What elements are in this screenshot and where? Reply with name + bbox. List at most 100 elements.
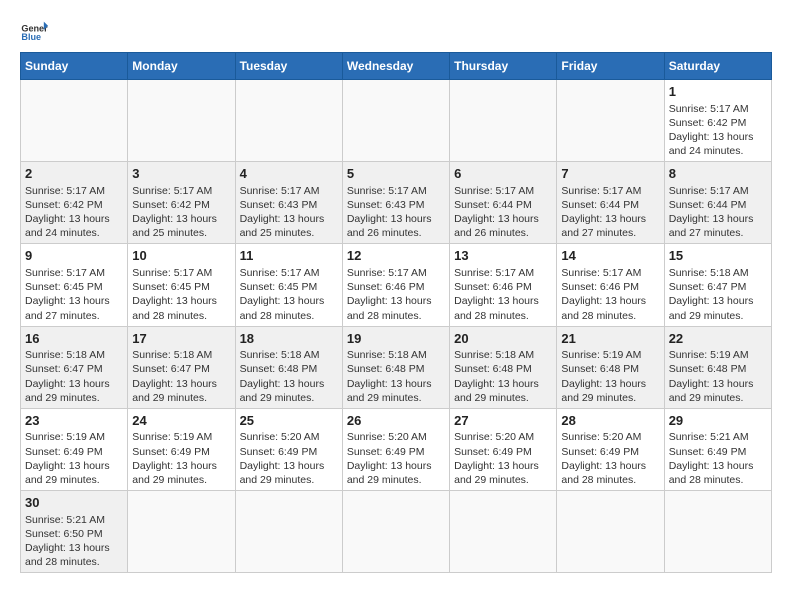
- day-number: 12: [347, 247, 445, 265]
- calendar-cell: [21, 80, 128, 162]
- day-info: Sunrise: 5:18 AM Sunset: 6:48 PM Dayligh…: [347, 348, 445, 405]
- calendar-cell: [557, 491, 664, 573]
- day-number: 22: [669, 330, 767, 348]
- day-info: Sunrise: 5:17 AM Sunset: 6:43 PM Dayligh…: [347, 184, 445, 241]
- day-number: 2: [25, 165, 123, 183]
- day-info: Sunrise: 5:18 AM Sunset: 6:47 PM Dayligh…: [132, 348, 230, 405]
- day-number: 1: [669, 83, 767, 101]
- day-number: 29: [669, 412, 767, 430]
- day-header-tuesday: Tuesday: [235, 53, 342, 80]
- day-number: 21: [561, 330, 659, 348]
- day-info: Sunrise: 5:17 AM Sunset: 6:46 PM Dayligh…: [454, 266, 552, 323]
- calendar-week-row: 2Sunrise: 5:17 AM Sunset: 6:42 PM Daylig…: [21, 162, 772, 244]
- day-info: Sunrise: 5:18 AM Sunset: 6:47 PM Dayligh…: [25, 348, 123, 405]
- day-info: Sunrise: 5:19 AM Sunset: 6:49 PM Dayligh…: [132, 430, 230, 487]
- calendar-cell: [128, 80, 235, 162]
- day-info: Sunrise: 5:17 AM Sunset: 6:46 PM Dayligh…: [347, 266, 445, 323]
- calendar-cell: 13Sunrise: 5:17 AM Sunset: 6:46 PM Dayli…: [450, 244, 557, 326]
- calendar-table: SundayMondayTuesdayWednesdayThursdayFrid…: [20, 52, 772, 573]
- day-number: 18: [240, 330, 338, 348]
- day-number: 5: [347, 165, 445, 183]
- calendar-cell: 24Sunrise: 5:19 AM Sunset: 6:49 PM Dayli…: [128, 408, 235, 490]
- calendar-cell: [450, 491, 557, 573]
- day-number: 9: [25, 247, 123, 265]
- day-info: Sunrise: 5:17 AM Sunset: 6:45 PM Dayligh…: [25, 266, 123, 323]
- day-number: 6: [454, 165, 552, 183]
- day-number: 27: [454, 412, 552, 430]
- calendar-cell: 11Sunrise: 5:17 AM Sunset: 6:45 PM Dayli…: [235, 244, 342, 326]
- header: General Blue: [20, 16, 772, 44]
- day-number: 30: [25, 494, 123, 512]
- calendar-cell: [450, 80, 557, 162]
- day-info: Sunrise: 5:17 AM Sunset: 6:45 PM Dayligh…: [240, 266, 338, 323]
- day-info: Sunrise: 5:17 AM Sunset: 6:42 PM Dayligh…: [132, 184, 230, 241]
- calendar-cell: 6Sunrise: 5:17 AM Sunset: 6:44 PM Daylig…: [450, 162, 557, 244]
- day-header-friday: Friday: [557, 53, 664, 80]
- logo-icon: General Blue: [20, 16, 48, 44]
- day-info: Sunrise: 5:19 AM Sunset: 6:49 PM Dayligh…: [25, 430, 123, 487]
- day-info: Sunrise: 5:17 AM Sunset: 6:42 PM Dayligh…: [669, 102, 767, 159]
- calendar-cell: 28Sunrise: 5:20 AM Sunset: 6:49 PM Dayli…: [557, 408, 664, 490]
- svg-text:Blue: Blue: [21, 32, 41, 42]
- day-info: Sunrise: 5:17 AM Sunset: 6:42 PM Dayligh…: [25, 184, 123, 241]
- calendar-cell: 20Sunrise: 5:18 AM Sunset: 6:48 PM Dayli…: [450, 326, 557, 408]
- calendar-cell: [235, 491, 342, 573]
- calendar-cell: [235, 80, 342, 162]
- calendar-cell: 7Sunrise: 5:17 AM Sunset: 6:44 PM Daylig…: [557, 162, 664, 244]
- day-number: 4: [240, 165, 338, 183]
- day-number: 23: [25, 412, 123, 430]
- day-number: 24: [132, 412, 230, 430]
- calendar-cell: 3Sunrise: 5:17 AM Sunset: 6:42 PM Daylig…: [128, 162, 235, 244]
- day-header-thursday: Thursday: [450, 53, 557, 80]
- logo: General Blue: [20, 16, 48, 44]
- day-number: 7: [561, 165, 659, 183]
- calendar-cell: 4Sunrise: 5:17 AM Sunset: 6:43 PM Daylig…: [235, 162, 342, 244]
- calendar-cell: 30Sunrise: 5:21 AM Sunset: 6:50 PM Dayli…: [21, 491, 128, 573]
- day-info: Sunrise: 5:17 AM Sunset: 6:44 PM Dayligh…: [454, 184, 552, 241]
- calendar-cell: 21Sunrise: 5:19 AM Sunset: 6:48 PM Dayli…: [557, 326, 664, 408]
- day-number: 11: [240, 247, 338, 265]
- day-info: Sunrise: 5:20 AM Sunset: 6:49 PM Dayligh…: [454, 430, 552, 487]
- day-number: 8: [669, 165, 767, 183]
- calendar-week-row: 16Sunrise: 5:18 AM Sunset: 6:47 PM Dayli…: [21, 326, 772, 408]
- calendar-cell: 25Sunrise: 5:20 AM Sunset: 6:49 PM Dayli…: [235, 408, 342, 490]
- calendar-cell: 10Sunrise: 5:17 AM Sunset: 6:45 PM Dayli…: [128, 244, 235, 326]
- day-number: 16: [25, 330, 123, 348]
- calendar-header-row: SundayMondayTuesdayWednesdayThursdayFrid…: [21, 53, 772, 80]
- calendar-cell: 14Sunrise: 5:17 AM Sunset: 6:46 PM Dayli…: [557, 244, 664, 326]
- calendar-cell: [128, 491, 235, 573]
- day-info: Sunrise: 5:17 AM Sunset: 6:44 PM Dayligh…: [561, 184, 659, 241]
- calendar-cell: [342, 80, 449, 162]
- day-header-wednesday: Wednesday: [342, 53, 449, 80]
- day-info: Sunrise: 5:17 AM Sunset: 6:43 PM Dayligh…: [240, 184, 338, 241]
- day-info: Sunrise: 5:17 AM Sunset: 6:44 PM Dayligh…: [669, 184, 767, 241]
- day-header-saturday: Saturday: [664, 53, 771, 80]
- day-number: 26: [347, 412, 445, 430]
- day-info: Sunrise: 5:18 AM Sunset: 6:48 PM Dayligh…: [240, 348, 338, 405]
- day-info: Sunrise: 5:20 AM Sunset: 6:49 PM Dayligh…: [240, 430, 338, 487]
- calendar-cell: 23Sunrise: 5:19 AM Sunset: 6:49 PM Dayli…: [21, 408, 128, 490]
- calendar-cell: [557, 80, 664, 162]
- calendar-cell: 18Sunrise: 5:18 AM Sunset: 6:48 PM Dayli…: [235, 326, 342, 408]
- day-info: Sunrise: 5:17 AM Sunset: 6:45 PM Dayligh…: [132, 266, 230, 323]
- calendar-cell: 19Sunrise: 5:18 AM Sunset: 6:48 PM Dayli…: [342, 326, 449, 408]
- calendar-cell: [664, 491, 771, 573]
- calendar-week-row: 30Sunrise: 5:21 AM Sunset: 6:50 PM Dayli…: [21, 491, 772, 573]
- calendar-cell: 9Sunrise: 5:17 AM Sunset: 6:45 PM Daylig…: [21, 244, 128, 326]
- calendar-cell: [342, 491, 449, 573]
- day-info: Sunrise: 5:20 AM Sunset: 6:49 PM Dayligh…: [347, 430, 445, 487]
- calendar-cell: 5Sunrise: 5:17 AM Sunset: 6:43 PM Daylig…: [342, 162, 449, 244]
- day-info: Sunrise: 5:21 AM Sunset: 6:49 PM Dayligh…: [669, 430, 767, 487]
- day-number: 14: [561, 247, 659, 265]
- calendar-cell: 8Sunrise: 5:17 AM Sunset: 6:44 PM Daylig…: [664, 162, 771, 244]
- calendar-cell: 27Sunrise: 5:20 AM Sunset: 6:49 PM Dayli…: [450, 408, 557, 490]
- calendar-cell: 1Sunrise: 5:17 AM Sunset: 6:42 PM Daylig…: [664, 80, 771, 162]
- day-info: Sunrise: 5:18 AM Sunset: 6:48 PM Dayligh…: [454, 348, 552, 405]
- day-info: Sunrise: 5:17 AM Sunset: 6:46 PM Dayligh…: [561, 266, 659, 323]
- day-header-monday: Monday: [128, 53, 235, 80]
- day-info: Sunrise: 5:18 AM Sunset: 6:47 PM Dayligh…: [669, 266, 767, 323]
- day-number: 25: [240, 412, 338, 430]
- calendar-week-row: 23Sunrise: 5:19 AM Sunset: 6:49 PM Dayli…: [21, 408, 772, 490]
- day-header-sunday: Sunday: [21, 53, 128, 80]
- calendar-cell: 2Sunrise: 5:17 AM Sunset: 6:42 PM Daylig…: [21, 162, 128, 244]
